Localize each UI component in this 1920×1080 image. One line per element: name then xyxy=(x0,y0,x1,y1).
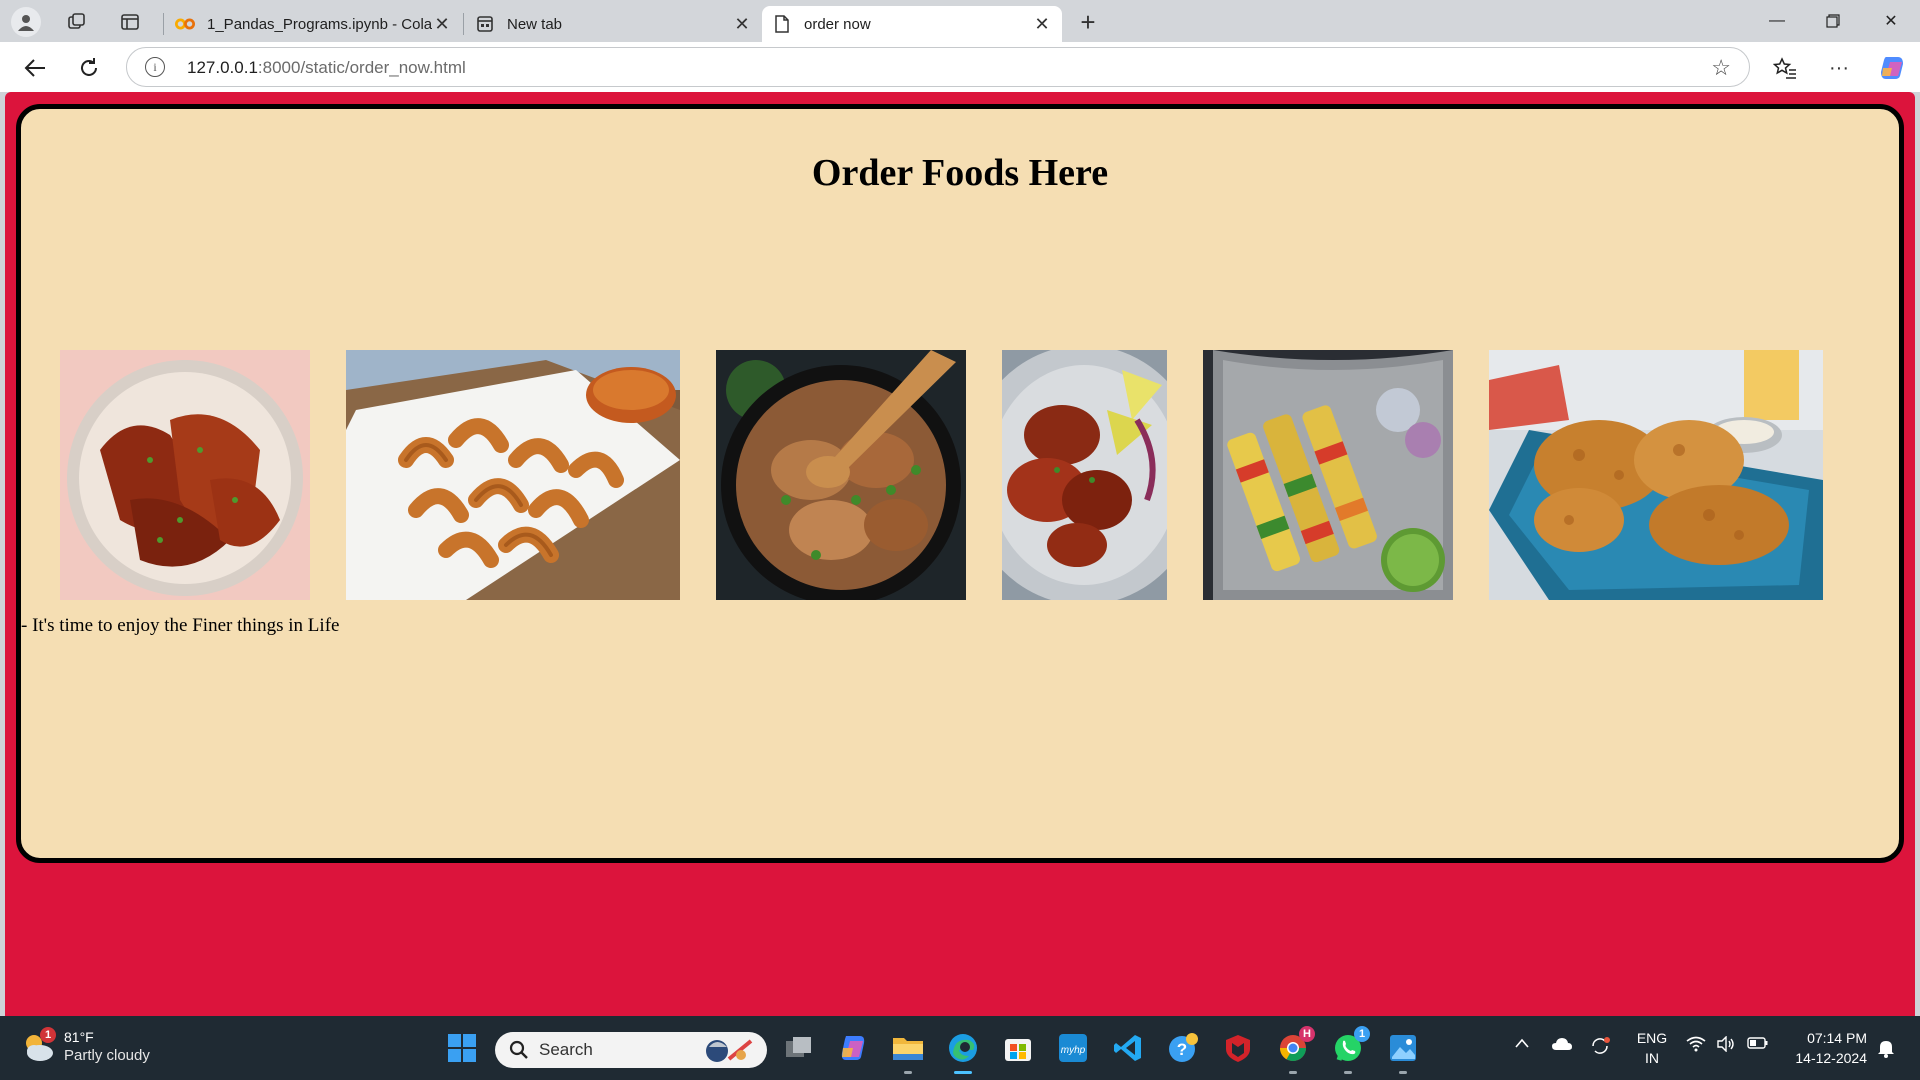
language-code: ENG xyxy=(1636,1030,1668,1046)
weather-temp: 81°F xyxy=(64,1029,94,1045)
file-explorer-icon[interactable] xyxy=(888,1028,928,1074)
page-icon xyxy=(772,14,792,34)
copilot-icon[interactable] xyxy=(1876,52,1908,84)
system-clock[interactable]: 07:14 PM 14-12-2024 xyxy=(1785,1028,1867,1068)
tab-colab[interactable]: 1_Pandas_Programs.ipynb - Colab ✕ xyxy=(165,6,462,42)
close-tab-icon[interactable]: ✕ xyxy=(1032,14,1052,35)
whatsapp-badge: 1 xyxy=(1354,1026,1370,1042)
favorites-icon[interactable] xyxy=(1769,52,1801,84)
wifi-icon[interactable] xyxy=(1686,1036,1706,1056)
help-tips-icon[interactable]: ? xyxy=(1163,1028,1203,1068)
weather-condition: Partly cloudy xyxy=(64,1047,150,1064)
weather-widget[interactable]: 1 81°F Partly cloudy xyxy=(20,1027,150,1066)
fried-chicken-tray-image xyxy=(1489,350,1823,600)
close-window-button[interactable]: ✕ xyxy=(1866,4,1916,38)
profile-icon[interactable] xyxy=(11,7,41,37)
myhp-icon[interactable]: myhp xyxy=(1053,1028,1093,1068)
tagline-text: - It's time to enjoy the Finer things in… xyxy=(21,615,340,636)
chrome-icon[interactable]: H xyxy=(1273,1026,1315,1074)
search-highlight-icon xyxy=(701,1035,755,1070)
paneer-tikka-skewers-image xyxy=(1203,350,1453,600)
chrome-profile-badge: H xyxy=(1299,1026,1315,1042)
clock-time: 07:14 PM xyxy=(1807,1030,1867,1046)
copilot-taskbar-icon[interactable] xyxy=(833,1028,873,1068)
close-tab-icon[interactable]: ✕ xyxy=(732,14,752,35)
tab-title: New tab xyxy=(507,15,563,33)
weather-badge: 1 xyxy=(40,1027,56,1043)
refresh-button[interactable] xyxy=(73,52,105,84)
vertical-tabs-icon[interactable] xyxy=(116,8,144,36)
tandoori-chicken-legs-image xyxy=(1002,350,1167,600)
clock-date: 14-12-2024 xyxy=(1795,1050,1867,1066)
tab-order-now[interactable]: order now ✕ xyxy=(762,6,1062,42)
new-tab-button[interactable]: + xyxy=(1073,7,1103,37)
back-button[interactable] xyxy=(19,52,51,84)
task-view-icon[interactable] xyxy=(779,1028,819,1068)
search-icon xyxy=(509,1040,529,1060)
tab-title: order now xyxy=(804,15,871,33)
show-hidden-icons[interactable] xyxy=(1514,1036,1530,1053)
colab-icon xyxy=(175,14,195,34)
tandoori-fish-image xyxy=(60,350,310,600)
edge-browser-icon[interactable] xyxy=(943,1028,983,1074)
partly-cloudy-icon: 1 xyxy=(20,1027,56,1065)
restore-button[interactable] xyxy=(1808,4,1858,38)
start-button[interactable] xyxy=(442,1028,482,1068)
tab-new-tab[interactable]: New tab ✕ xyxy=(465,6,762,42)
microsoft-store-icon[interactable] xyxy=(998,1028,1038,1068)
onedrive-icon[interactable] xyxy=(1551,1036,1573,1056)
chicken-curry-pan-image xyxy=(716,350,966,600)
taskbar: 1 81°F Partly cloudy Search myhp ? H 1 E… xyxy=(0,1016,1920,1080)
whatsapp-icon[interactable]: 1 xyxy=(1328,1026,1370,1074)
browser-toolbar: i 127.0.0.1:8000/static/order_now.html ☆… xyxy=(0,42,1920,92)
svg-text:?: ? xyxy=(1177,1040,1187,1059)
sync-icon[interactable] xyxy=(1589,1036,1611,1060)
search-placeholder: Search xyxy=(539,1040,593,1059)
svg-text:myhp: myhp xyxy=(1061,1045,1086,1056)
vscode-icon[interactable] xyxy=(1108,1028,1148,1068)
browser-tab-strip: 1_Pandas_Programs.ipynb - Colab ✕ New ta… xyxy=(0,0,1920,42)
language-indicator[interactable]: ENG IN xyxy=(1632,1028,1672,1068)
site-info-icon[interactable]: i xyxy=(145,57,165,77)
notifications-icon[interactable] xyxy=(1877,1038,1895,1062)
photos-app-icon[interactable] xyxy=(1383,1028,1423,1074)
mcafee-icon[interactable] xyxy=(1218,1028,1258,1068)
address-bar[interactable]: i 127.0.0.1:8000/static/order_now.html ☆ xyxy=(126,47,1750,87)
workspaces-icon[interactable] xyxy=(63,8,91,36)
battery-icon[interactable] xyxy=(1747,1036,1769,1054)
taskbar-search[interactable]: Search xyxy=(495,1032,767,1068)
close-tab-icon[interactable]: ✕ xyxy=(432,14,452,35)
url-text: 127.0.0.1:8000/static/order_now.html xyxy=(187,58,466,77)
order-card: Order Foods Here - It's time to enjoy th… xyxy=(16,104,1904,863)
volume-icon[interactable] xyxy=(1716,1035,1736,1056)
page-viewport: Order Foods Here - It's time to enjoy th… xyxy=(5,92,1915,1016)
favorite-star-icon[interactable]: ☆ xyxy=(1711,55,1731,81)
page-title: Order Foods Here xyxy=(811,152,1109,194)
more-options-icon[interactable]: ··· xyxy=(1823,52,1855,84)
tab-title: 1_Pandas_Programs.ipynb - Colab xyxy=(207,15,432,33)
fried-prawns-image xyxy=(346,350,680,600)
newtab-icon xyxy=(475,14,495,34)
minimize-button[interactable]: — xyxy=(1752,4,1802,38)
region-code: IN xyxy=(1645,1050,1659,1066)
